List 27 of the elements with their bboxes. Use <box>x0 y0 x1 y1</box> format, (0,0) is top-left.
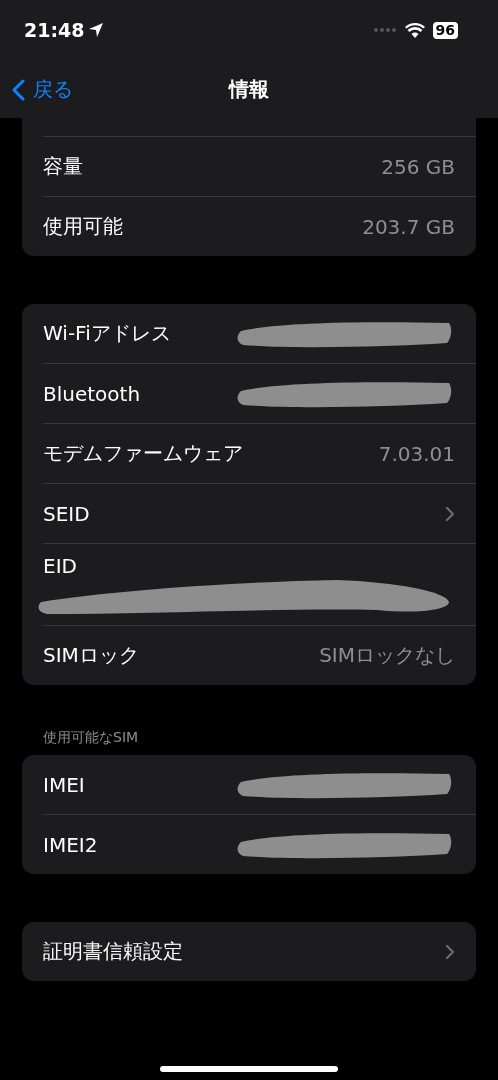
chevron-icon[interactable] <box>445 943 455 960</box>
section-header: 使用可能なSIM <box>42 729 140 747</box>
back-button[interactable]: 戻る <box>12 76 73 103</box>
row-label: IMEI <box>43 772 85 797</box>
signal-icon <box>372 27 397 33</box>
row-value: 256 GB <box>381 154 455 179</box>
row-label: SIMロック <box>43 642 139 669</box>
row-label: Bluetooth <box>43 381 141 406</box>
row-value: 203.7 GB <box>362 214 455 239</box>
battery-level: 96 <box>432 21 458 39</box>
status-time: 21:48 <box>24 19 85 41</box>
row-value: SIMロックなし <box>319 642 455 669</box>
row-label: 使用可能 <box>43 213 123 240</box>
page-title: 情報 <box>229 75 269 103</box>
row-label: 容量 <box>43 153 83 180</box>
location-arrow-icon <box>88 22 105 38</box>
row-label: IMEI2 <box>43 832 98 857</box>
wifi-icon <box>404 22 425 38</box>
row-label: モデムファームウェア <box>43 440 243 467</box>
row-label: 証明書信頼設定 <box>43 938 183 965</box>
row-label: EID <box>43 554 77 578</box>
chevron-icon[interactable] <box>445 505 455 522</box>
row-value: 7.03.01 <box>378 441 455 466</box>
row-label: SEID <box>43 501 90 526</box>
row-label: Wi-Fiアドレス <box>43 320 171 347</box>
back-label[interactable]: 戻る <box>33 76 73 103</box>
back-chevron-icon <box>12 78 25 101</box>
